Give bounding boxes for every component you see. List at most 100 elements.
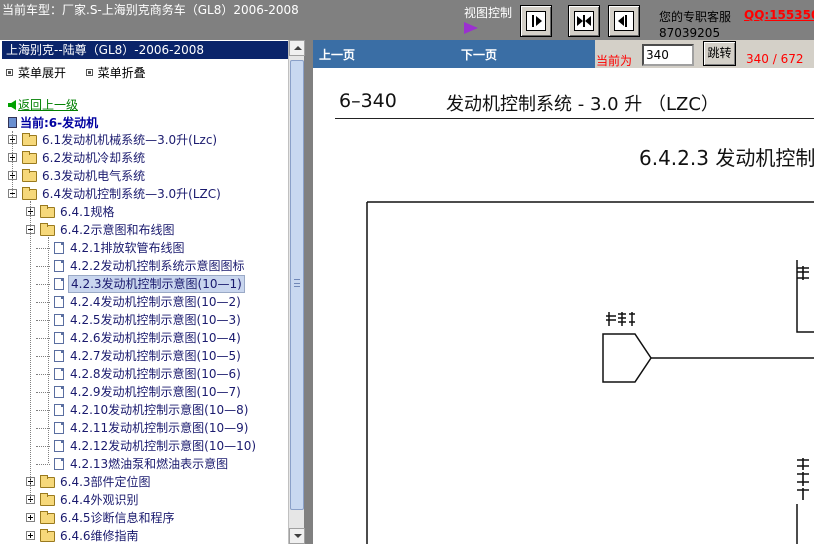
tree-doc-item[interactable]: 4.2.2发动机控制系统示意图图标	[0, 257, 288, 275]
tree-folder-item[interactable]: 6.3发动机电气系统	[0, 167, 288, 185]
tree-item-label: 4.2.8发动机控制示意图(10—6)	[70, 367, 241, 381]
diagram-frame	[366, 201, 814, 544]
tree-connector	[36, 464, 50, 465]
sidebar-scrollbar[interactable]	[288, 40, 305, 544]
component-label-glyph	[797, 458, 809, 500]
service-label: 您的专职客服	[659, 10, 732, 24]
document-title: 发动机控制系统 - 3.0 升 （LZC）	[446, 94, 719, 115]
view-fit-button[interactable]	[568, 5, 600, 37]
document-icon	[54, 386, 64, 398]
sidebar-title: 上海别克--陆尊（GL8）-2006-2008	[2, 41, 288, 59]
tree-item-label: 6.4.6维修指南	[60, 529, 139, 543]
folder-icon	[40, 493, 55, 506]
collapse-all-button[interactable]: 菜单折叠	[85, 66, 146, 80]
view-next-button[interactable]	[608, 5, 640, 37]
tree-connector	[48, 237, 49, 463]
tree-folder-item[interactable]: 6.2发动机冷却系统	[0, 149, 288, 167]
tree-item-label: 4.2.1排放软管布线图	[70, 241, 185, 255]
square-bullet-icon	[85, 69, 93, 76]
tree-doc-item[interactable]: 4.2.6发动机控制示意图(10—4)	[0, 329, 288, 347]
expand-plus-icon[interactable]	[26, 513, 35, 522]
connector-shape	[602, 333, 652, 383]
tree-item-label: 4.2.6发动机控制示意图(10—4)	[70, 331, 241, 345]
tree-item-label: 6.2发动机冷却系统	[42, 151, 146, 165]
document-icon	[54, 440, 64, 452]
folder-icon	[22, 151, 37, 164]
tree-item-label: 4.2.11发动机控制示意图(10—9)	[70, 421, 249, 435]
tree-doc-item[interactable]: 4.2.9发动机控制示意图(10—7)	[0, 383, 288, 401]
tree-doc-item[interactable]: 4.2.5发动机控制示意图(10—3)	[0, 311, 288, 329]
tree-item-label: 4.2.7发动机控制示意图(10—5)	[70, 349, 241, 363]
collapse-center-icon	[574, 11, 594, 31]
tree-item-label: 6.4.5诊断信息和程序	[60, 511, 175, 525]
tree-folder-item[interactable]: 6.4.2示意图和布线图	[0, 221, 288, 239]
tree-item-label: 4.2.2发动机控制系统示意图图标	[70, 259, 245, 273]
tree-item-label: 4.2.9发动机控制示意图(10—7)	[70, 385, 241, 399]
jump-button[interactable]: 跳转	[703, 41, 736, 66]
document-view: 6–340 发动机控制系统 - 3.0 升 （LZC） 6.4.2.3 发动机控…	[313, 68, 814, 544]
tree-item-label: 4.2.10发动机控制示意图(10—8)	[70, 403, 249, 417]
document-icon	[54, 278, 64, 290]
tree-item-label: 4.2.12发动机控制示意图(10—10)	[70, 439, 257, 453]
page-jump-box: 当前为 跳转 340 / 672	[595, 40, 814, 68]
scroll-up-button[interactable]	[289, 40, 305, 56]
folder-icon	[40, 529, 55, 542]
tree-folder-item[interactable]: 6.4.5诊断信息和程序	[0, 509, 288, 527]
chevron-up-icon	[294, 46, 302, 50]
tree-item-label: 6.4.3部件定位图	[60, 475, 151, 489]
tree-doc-item[interactable]: 4.2.13燃油泵和燃油表示意图	[0, 455, 288, 473]
folder-icon	[22, 187, 37, 200]
connector-label-glyph	[606, 312, 635, 326]
tree-doc-item[interactable]: 4.2.8发动机控制示意图(10—6)	[0, 365, 288, 383]
folder-icon	[22, 169, 37, 182]
tree-doc-item[interactable]: 4.2.11发动机控制示意图(10—9)	[0, 419, 288, 437]
tree-folder-item[interactable]: 6.4.3部件定位图	[0, 473, 288, 491]
scroll-thumb[interactable]	[290, 60, 304, 510]
wiring-diagram	[366, 201, 814, 544]
book-icon	[8, 117, 17, 128]
vehicle-info: 当前车型：厂家.S-上海别克商务车（GL8）2006-2008	[2, 3, 299, 17]
tree-folder-item[interactable]: 6.1发动机机械系统—3.0升(Lzc)	[0, 131, 288, 149]
tree-doc-item[interactable]: 4.2.10发动机控制示意图(10—8)	[0, 401, 288, 419]
folder-icon	[22, 133, 37, 146]
page-count: 340 / 672	[746, 52, 804, 66]
tree-doc-item[interactable]: 4.2.3发动机控制示意图(10—1)	[0, 275, 288, 293]
component-label-glyph	[797, 266, 809, 280]
tree-doc-item[interactable]: 4.2.1排放软管布线图	[0, 239, 288, 257]
grip-icon	[294, 279, 300, 287]
tree-item-label: 6.1发动机机械系统—3.0升(Lzc)	[42, 133, 218, 147]
tree-connector	[30, 201, 31, 501]
tree-item-label: 4.2.13燃油泵和燃油表示意图	[70, 457, 229, 471]
view-control-label: 视图控制	[464, 6, 513, 20]
tree-item-label: 4.2.5发动机控制示意图(10—3)	[70, 313, 241, 327]
tree-folder-item[interactable]: 6.4.1规格	[0, 203, 288, 221]
folder-icon	[40, 511, 55, 524]
document-icon	[54, 296, 64, 308]
next-page-link[interactable]: 下一页	[461, 46, 497, 63]
tree-doc-item[interactable]: 4.2.7发动机控制示意图(10—5)	[0, 347, 288, 365]
view-prev-button[interactable]	[520, 5, 552, 37]
folder-icon	[40, 223, 55, 236]
tree-doc-item[interactable]: 4.2.12发动机控制示意图(10—10)	[0, 437, 288, 455]
chevron-down-icon	[294, 534, 302, 538]
tree-doc-item[interactable]: 4.2.4发动机控制示意图(10—2)	[0, 293, 288, 311]
expand-plus-icon[interactable]	[26, 531, 35, 540]
tree-folder-item[interactable]: 6.4发动机控制系统—3.0升(LZC)	[0, 185, 288, 203]
prev-page-link[interactable]: 上一页	[319, 46, 355, 63]
scroll-down-button[interactable]	[289, 528, 305, 544]
folder-icon	[40, 475, 55, 488]
document-icon	[54, 368, 64, 380]
tree-item-label: 4.2.4发动机控制示意图(10—2)	[70, 295, 241, 309]
tree-folder-item[interactable]: 6.4.6维修指南	[0, 527, 288, 544]
service-qq-link[interactable]: QQ:1553501	[744, 8, 814, 22]
tree-folder-item[interactable]: 6.4.4外观识别	[0, 491, 288, 509]
expand-all-button[interactable]: 菜单展开	[6, 66, 66, 80]
tree-item-label: 4.2.3发动机控制示意图(10—1)	[68, 275, 245, 293]
page-number-input[interactable]	[642, 44, 694, 66]
square-bullet-icon	[6, 69, 13, 76]
folder-icon	[40, 205, 55, 218]
component-box-upper	[796, 260, 814, 333]
back-link[interactable]: 返回上一级	[8, 96, 78, 113]
document-icon	[54, 458, 64, 470]
view-control-arrow-icon	[464, 22, 478, 34]
